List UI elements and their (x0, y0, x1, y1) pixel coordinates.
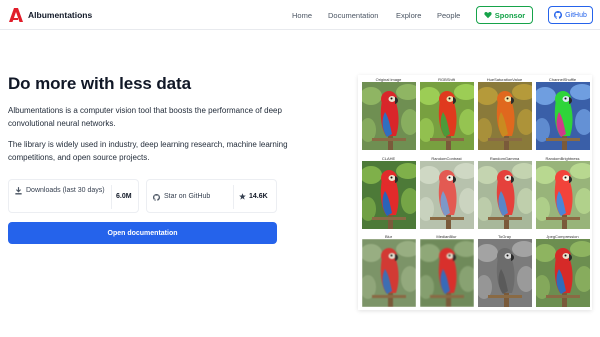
github-button[interactable]: GitHub (548, 6, 593, 24)
sponsor-button[interactable]: Sponsor (476, 6, 533, 24)
parrot-image (362, 239, 416, 307)
github-label: GitHub (565, 11, 587, 19)
github-star-label: Star on GitHub (164, 193, 211, 200)
augmentation-tile: Original image (361, 77, 416, 153)
sponsor-label: Sponsor (494, 10, 526, 20)
augmentation-tile: MedianBlur (419, 234, 474, 310)
star-icon (239, 193, 246, 200)
nav-link-explore[interactable]: Explore (396, 11, 421, 20)
augmentation-tile: CLAHE (361, 156, 416, 232)
augmentation-tile: RGBShift (419, 77, 474, 153)
parrot-image (362, 82, 416, 150)
parrot-image (362, 161, 416, 229)
heart-icon (484, 12, 492, 19)
github-stars-card[interactable]: Star on GitHub 14.6K (146, 179, 277, 213)
parrot-image (478, 239, 532, 307)
augmentation-tile: ChannelShuffle (535, 77, 590, 153)
augmentation-tile: Blur (361, 234, 416, 310)
parrot-image (478, 82, 532, 150)
augmentation-tile: RandomContrast (419, 156, 474, 232)
github-icon (554, 11, 563, 19)
parrot-image (536, 239, 590, 307)
downloads-value: 6.0M (116, 193, 132, 200)
augmentation-examples-grid: Original image RGBShift HueSaturationValue… (358, 75, 592, 310)
stars-value: 14.6K (249, 193, 268, 200)
github-icon (153, 193, 160, 201)
augmentation-tile: HueSaturationValue (477, 77, 532, 153)
downloads-label: Downloads (last 30 days) (26, 187, 105, 194)
nav-link-people[interactable]: People (437, 11, 460, 20)
parrot-image (536, 82, 590, 150)
augmentation-tile: JpegCompression (535, 234, 590, 310)
open-documentation-label: Open documentation (107, 229, 178, 237)
albumentations-logo-icon (9, 8, 23, 22)
stat-divider (111, 185, 112, 209)
parrot-image (420, 161, 474, 229)
parrot-image (478, 161, 532, 229)
hero-title: Do more with less data (8, 74, 191, 93)
downloads-stat-card[interactable]: Downloads (last 30 days) 6.0M (8, 179, 139, 213)
stars-count: 14.6K (239, 193, 268, 200)
brand-logo[interactable]: Albumentations (8, 7, 92, 23)
hero-description-1: Albumentations is a computer vision tool… (8, 106, 282, 128)
brand-name: Albumentations (28, 10, 93, 20)
parrot-image (536, 161, 590, 229)
augmentation-tile: RandomGamma (477, 156, 532, 232)
open-documentation-button[interactable]: Open documentation (8, 222, 277, 244)
augmentation-tile: RandomBrightness (535, 156, 590, 232)
top-navbar: Albumentations Home Documentation Explor… (0, 0, 600, 30)
download-icon (15, 187, 22, 195)
nav-link-documentation[interactable]: Documentation (328, 11, 378, 20)
augmentation-tile: ToGray (477, 234, 532, 310)
parrot-image (420, 82, 474, 150)
parrot-image (420, 239, 474, 307)
stat-divider (233, 185, 234, 209)
nav-link-home[interactable]: Home (292, 11, 312, 20)
hero-description-2: The library is widely used in industry, … (8, 140, 288, 162)
